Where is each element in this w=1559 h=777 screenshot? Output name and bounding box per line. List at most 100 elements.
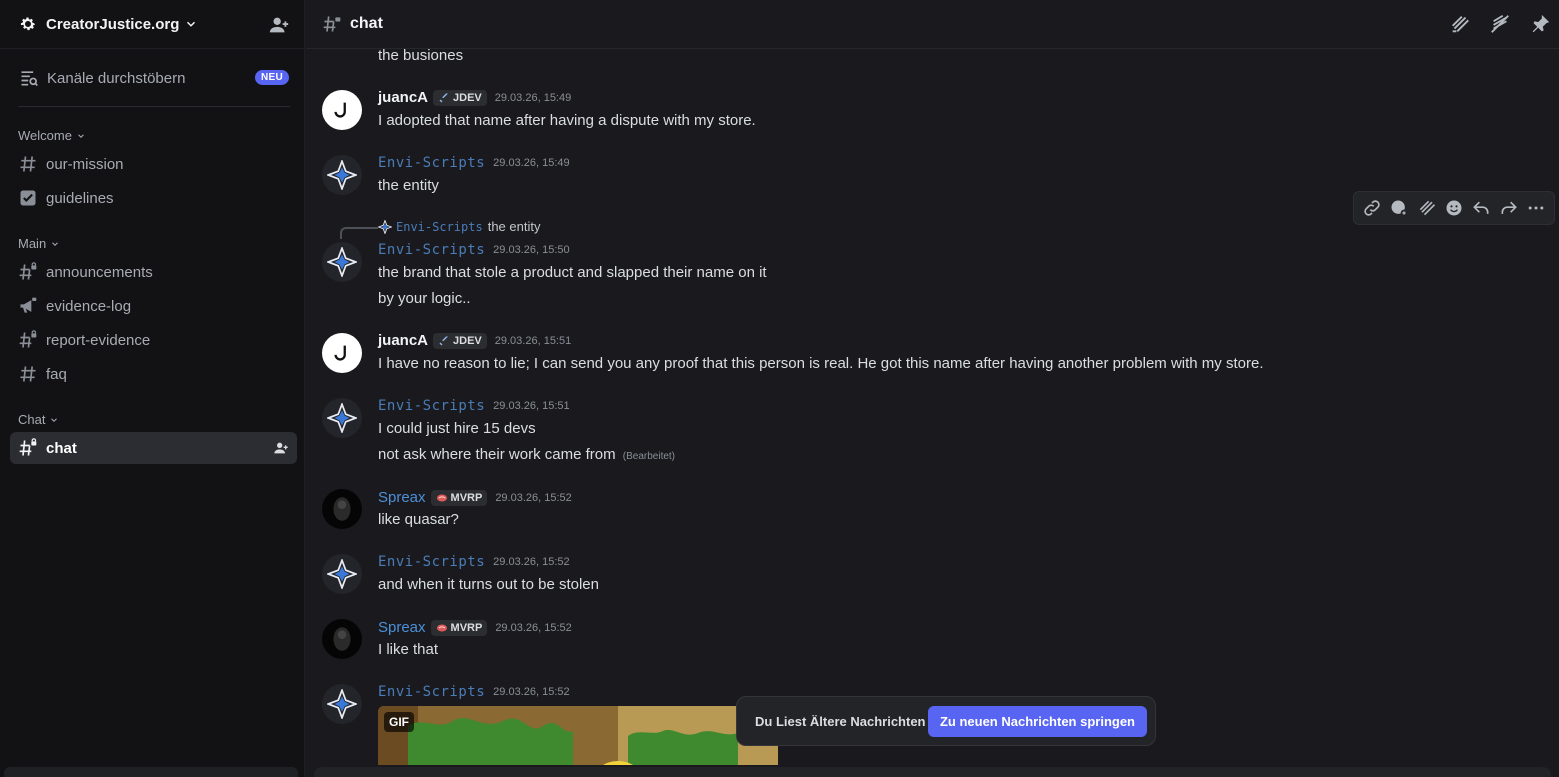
gif-attachment[interactable]: GIF (378, 706, 778, 765)
chevron-down-icon (78, 133, 84, 138)
channel-label: evidence-log (46, 297, 132, 315)
username[interactable]: Envi-Scripts (378, 554, 485, 570)
message-text: I adopted that name after having a dispu… (378, 112, 756, 129)
server-tag[interactable]: JDEV (433, 89, 487, 106)
username[interactable]: Envi-Scripts (378, 242, 485, 258)
reply-icon[interactable] (1471, 198, 1491, 218)
threads-icon[interactable] (1449, 13, 1471, 35)
hash-icon (18, 364, 38, 384)
message-list: the busiones juancA JDEV 29.03.26, 15:49… (306, 49, 1559, 765)
message-text: I like that (378, 641, 439, 658)
channel-header: chat (306, 0, 1559, 49)
avatar[interactable] (322, 398, 362, 438)
reply-reference[interactable]: Envi-Scripts the entity (378, 219, 540, 234)
avatar[interactable] (322, 242, 362, 282)
username[interactable]: Spreax (378, 619, 426, 636)
timestamp[interactable]: 29.03.26, 15:51 (495, 335, 571, 347)
message-text: I could just hire 15 devs (378, 420, 536, 437)
server-name: CreatorJustice.org (46, 15, 180, 33)
message-header: Envi-Scripts 29.03.26, 15:51 (378, 398, 570, 414)
username[interactable]: Envi-Scripts (378, 398, 485, 414)
username[interactable]: juancA (378, 332, 428, 349)
star-logo-icon (327, 559, 357, 589)
notifications-muted-icon[interactable] (1489, 13, 1511, 35)
category-main[interactable]: Main (18, 236, 60, 251)
pin-icon[interactable] (1529, 13, 1551, 35)
edited-label: (Bearbeitet) (622, 451, 676, 462)
message-header: Spreax MVRP 29.03.26, 15:52 (378, 619, 572, 636)
add-reaction-icon[interactable] (1444, 198, 1464, 218)
jump-to-present-button[interactable]: Zu neuen Nachrichten springen (927, 706, 1147, 737)
avatar[interactable] (322, 619, 362, 659)
channel-evidence-log[interactable]: evidence-log (10, 290, 297, 322)
channel-guidelines[interactable]: guidelines (10, 182, 297, 214)
create-invite-icon[interactable] (273, 440, 289, 456)
channel-label: chat (46, 439, 77, 457)
server-tag[interactable]: MVRP (430, 619, 488, 636)
tag-label: JDEV (453, 334, 482, 347)
avatar[interactable] (322, 90, 362, 130)
avatar[interactable] (322, 489, 362, 529)
dark-figure-icon (333, 497, 351, 521)
username[interactable]: Spreax (378, 489, 426, 506)
thread-icon[interactable] (1417, 198, 1437, 218)
browse-channels[interactable]: Kanäle durchstöbern NEU (10, 62, 297, 94)
avatar[interactable] (322, 684, 362, 724)
chat-main: chat the busiones juancA JDEV 29.03.26, … (306, 0, 1559, 777)
chevron-down-icon (187, 21, 196, 27)
channel-title: chat (350, 15, 383, 32)
message-text: I have no reason to lie; I can send you … (378, 355, 1264, 372)
channel-label: faq (46, 365, 67, 383)
channel-chat[interactable]: chat (10, 432, 297, 464)
hash-icon (18, 154, 38, 174)
message-composer-edge[interactable] (314, 767, 1551, 777)
timestamp[interactable]: 29.03.26, 15:52 (495, 492, 571, 504)
sword-icon (439, 336, 449, 345)
channel-report-evidence[interactable]: report-evidence (10, 324, 297, 356)
message-text: the busiones (378, 49, 464, 64)
timestamp[interactable]: 29.03.26, 15:51 (493, 400, 569, 412)
channel-announcements[interactable]: announcements (10, 256, 297, 288)
message-header: Envi-Scripts 29.03.26, 15:52 (378, 554, 570, 570)
server-header[interactable]: CreatorJustice.org (0, 0, 305, 49)
category-welcome[interactable]: Welcome (18, 128, 86, 143)
server-tag[interactable]: JDEV (433, 332, 487, 349)
timestamp[interactable]: 29.03.26, 15:49 (493, 157, 569, 169)
gif-badge: GIF (384, 712, 414, 732)
browse-channels-label: Kanäle durchstöbern (47, 69, 186, 87)
tag-label: MVRP (450, 491, 483, 504)
message-actions-toolbar (1353, 191, 1555, 225)
reply-username: Envi-Scripts (396, 219, 483, 234)
forward-icon[interactable] (1499, 198, 1519, 218)
username[interactable]: Envi-Scripts (378, 684, 485, 700)
username[interactable]: juancA (378, 89, 428, 106)
timestamp[interactable]: 29.03.26, 15:49 (495, 92, 571, 104)
channel-sidebar: CreatorJustice.org Kanäle durchstöbern N… (0, 0, 305, 777)
avatar[interactable] (322, 333, 362, 373)
channel-our-mission[interactable]: our-mission (10, 148, 297, 180)
avatar[interactable] (322, 554, 362, 594)
invite-people-icon[interactable] (268, 14, 290, 36)
dark-figure-icon (333, 627, 351, 651)
header-toolbar (1449, 13, 1551, 35)
older-messages-banner: Du Liest Ältere Nachrichten Zu neuen Nac… (736, 696, 1156, 746)
megaphone-icon (18, 296, 38, 316)
add-app-icon[interactable] (1389, 198, 1409, 218)
server-gear-icon (18, 14, 38, 34)
more-options-icon[interactable] (1526, 198, 1546, 218)
timestamp[interactable]: 29.03.26, 15:52 (495, 622, 571, 634)
timestamp[interactable]: 29.03.26, 15:52 (493, 686, 569, 698)
timestamp[interactable]: 29.03.26, 15:50 (493, 244, 569, 256)
checklist-icon (18, 188, 38, 208)
timestamp[interactable]: 29.03.26, 15:52 (493, 556, 569, 568)
category-chat[interactable]: Chat (18, 412, 59, 427)
hash-lock-icon (322, 14, 342, 34)
star-logo-icon (327, 403, 357, 433)
link-icon[interactable] (1362, 198, 1382, 218)
message-text: the entity (378, 177, 439, 194)
message-header: Envi-Scripts 29.03.26, 15:50 (378, 242, 570, 258)
channel-faq[interactable]: faq (10, 358, 297, 390)
avatar[interactable] (322, 155, 362, 195)
server-tag[interactable]: MVRP (430, 489, 488, 506)
username[interactable]: Envi-Scripts (378, 155, 485, 171)
